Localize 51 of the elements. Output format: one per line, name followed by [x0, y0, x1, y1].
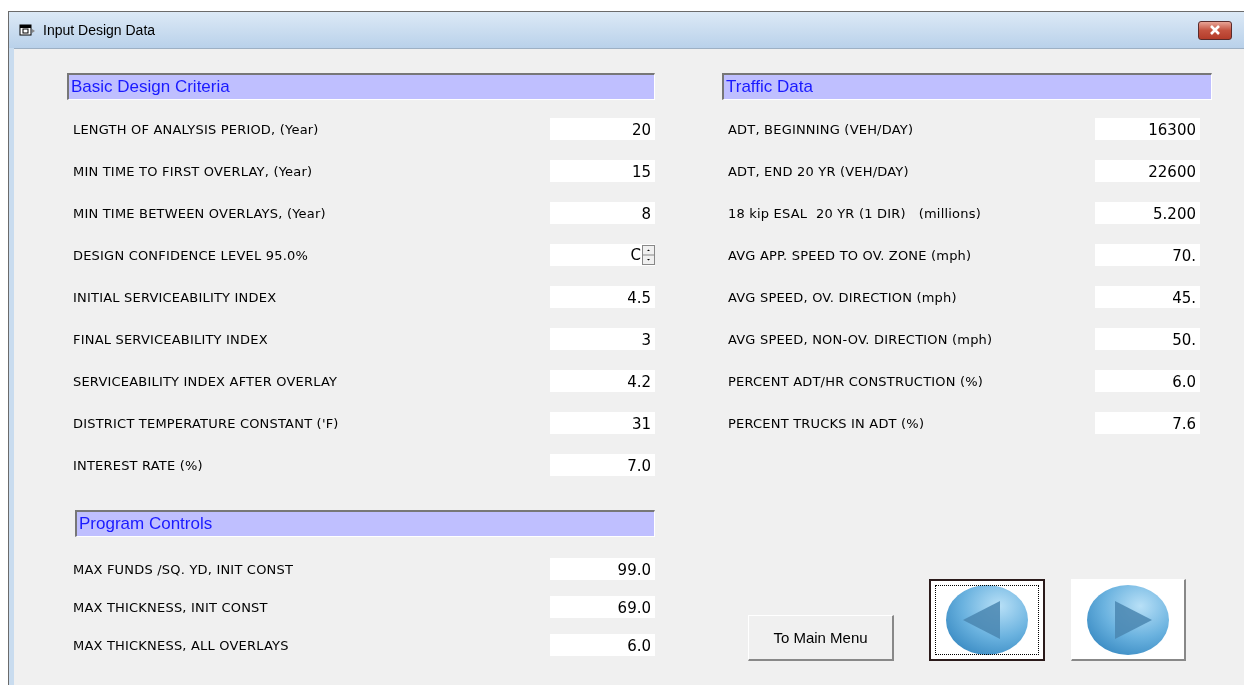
field-label: DESIGN CONFIDENCE LEVEL 95.0%: [73, 247, 308, 263]
section-header: Traffic Data: [722, 73, 1212, 100]
input-field[interactable]: 70.: [1095, 244, 1200, 266]
field-label: MAX THICKNESS, INIT CONST: [73, 599, 268, 615]
field-label: INITIAL SERVICEABILITY INDEX: [73, 289, 277, 305]
input-field[interactable]: 4.2: [550, 370, 655, 392]
input-field[interactable]: 6.0: [1095, 370, 1200, 392]
field-label: MAX THICKNESS, ALL OVERLAYS: [73, 637, 289, 653]
next-button[interactable]: [1070, 579, 1186, 661]
field-label: ADT, BEGINNING (VEH/DAY): [728, 121, 914, 137]
field-label: LENGTH OF ANALYSIS PERIOD, (Year): [73, 121, 319, 137]
close-icon: [1208, 25, 1222, 35]
input-field[interactable]: 69.0: [550, 596, 655, 618]
field-label: DISTRICT TEMPERATURE CONSTANT ('F): [73, 415, 339, 431]
close-button[interactable]: [1198, 20, 1232, 40]
field-label: AVG APP. SPEED TO OV. ZONE (mph): [728, 247, 972, 263]
input-field[interactable]: 7.6: [1095, 412, 1200, 434]
input-field[interactable]: 3: [550, 328, 655, 350]
previous-button[interactable]: [929, 579, 1045, 661]
input-field[interactable]: 8: [550, 202, 655, 224]
section-header: Program Controls: [75, 510, 655, 537]
section-header: Basic Design Criteria: [67, 73, 655, 100]
window-title: Input Design Data: [43, 22, 157, 38]
field-label: MAX FUNDS /SQ. YD, INIT CONST: [73, 561, 294, 577]
input-field[interactable]: 5.200: [1095, 202, 1200, 224]
field-label: MIN TIME TO FIRST OVERLAY, (Year): [73, 163, 313, 179]
input-field[interactable]: 15: [550, 160, 655, 182]
field-label: AVG SPEED, NON-OV. DIRECTION (mph): [728, 331, 993, 347]
spin-field[interactable]: C: [550, 244, 655, 266]
field-label: PERCENT TRUCKS IN ADT (%): [728, 415, 925, 431]
field-label: 18 kip ESAL 20 YR (1 DIR) (millions): [728, 205, 981, 221]
field-label: MIN TIME BETWEEN OVERLAYS, (Year): [73, 205, 326, 221]
input-field[interactable]: 31: [550, 412, 655, 434]
input-field[interactable]: 6.0: [550, 634, 655, 656]
field-label: AVG SPEED, OV. DIRECTION (mph): [728, 289, 957, 305]
input-field[interactable]: 4.5: [550, 286, 655, 308]
spinner-icon[interactable]: [642, 245, 655, 265]
field-label: PERCENT ADT/HR CONSTRUCTION (%): [728, 373, 984, 389]
window-icon: [19, 23, 37, 37]
main-menu-button[interactable]: To Main Menu: [748, 615, 895, 661]
input-field[interactable]: 50.: [1095, 328, 1200, 350]
field-label: FINAL SERVICEABILITY INDEX: [73, 331, 268, 347]
input-field[interactable]: 45.: [1095, 286, 1200, 308]
input-field[interactable]: 99.0: [550, 558, 655, 580]
field-label: INTEREST RATE (%): [73, 457, 203, 473]
field-label: ADT, END 20 YR (VEH/DAY): [728, 163, 909, 179]
input-field[interactable]: 20: [550, 118, 655, 140]
input-field[interactable]: 7.0: [550, 454, 655, 476]
input-field[interactable]: 16300: [1095, 118, 1200, 140]
input-field[interactable]: 22600: [1095, 160, 1200, 182]
field-label: SERVICEABILITY INDEX AFTER OVERLAY: [73, 373, 338, 389]
